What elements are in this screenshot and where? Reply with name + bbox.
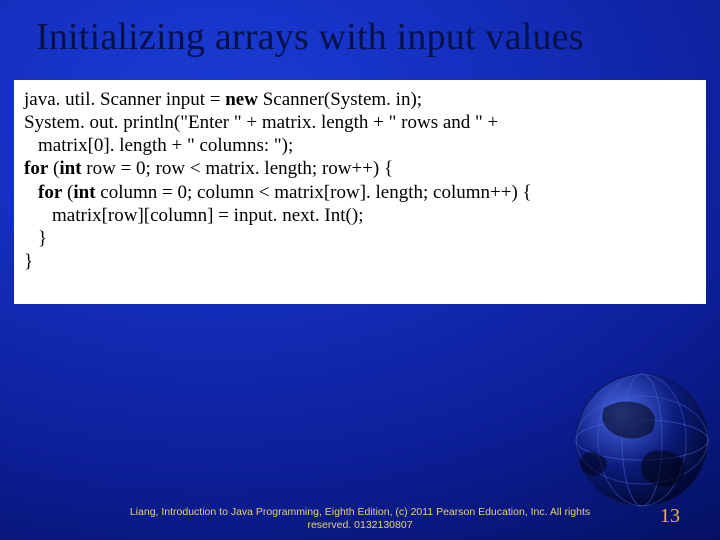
page-number: 13 [660, 505, 680, 528]
keyword-int: int [59, 158, 81, 179]
keyword-for: for [38, 182, 62, 203]
keyword-new: new [225, 89, 258, 110]
code-line: matrix[0]. length + " columns: "); [24, 134, 696, 157]
code-line: java. util. Scanner input = new Scanner(… [24, 88, 696, 111]
code-text: row = 0; row < matrix. length; row++) { [82, 158, 394, 179]
keyword-int: int [73, 182, 95, 203]
code-line: } [24, 250, 696, 273]
keyword-for: for [24, 158, 48, 179]
globe-decoration [554, 348, 714, 508]
code-line: for (int column = 0; column < matrix[row… [24, 181, 696, 204]
code-text: Scanner(System. in); [258, 89, 422, 110]
slide-title: Initializing arrays with input values [0, 0, 720, 62]
code-text: java. util. Scanner input = [24, 89, 225, 110]
footer-citation: Liang, Introduction to Java Programming,… [0, 506, 720, 532]
code-block: java. util. Scanner input = new Scanner(… [14, 80, 706, 304]
code-line: for (int row = 0; row < matrix. length; … [24, 157, 696, 180]
code-text: column = 0; column < matrix[row]. length… [96, 182, 532, 203]
code-line: System. out. println("Enter " + matrix. … [24, 111, 696, 134]
code-line: } [24, 227, 696, 250]
code-text: ( [62, 182, 73, 203]
code-text: ( [48, 158, 59, 179]
code-line: matrix[row][column] = input. next. Int()… [24, 204, 696, 227]
